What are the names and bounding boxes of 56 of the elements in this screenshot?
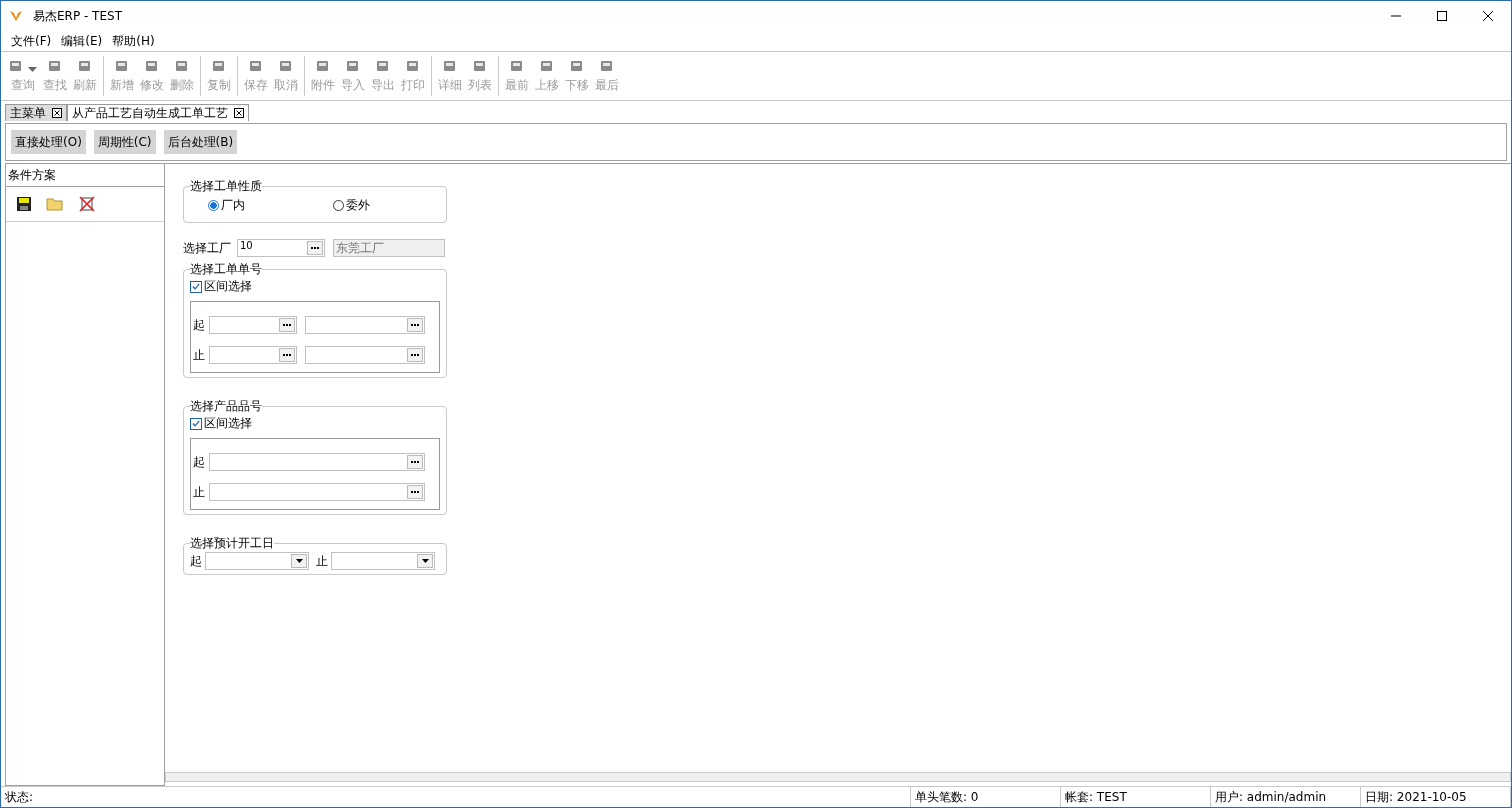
menu-item[interactable]: 文件(F)	[11, 32, 52, 50]
record-count: 单头笔数: 0	[911, 787, 1061, 807]
field-label: 起	[193, 317, 206, 334]
field-label: 选择工厂	[183, 240, 231, 257]
input-field[interactable]	[209, 346, 297, 364]
maximize-icon	[1436, 10, 1448, 22]
browse-button[interactable]	[407, 485, 423, 499]
process-button[interactable]: 周期性(C)	[93, 130, 156, 154]
account-set: 帐套: TEST	[1061, 787, 1211, 807]
input-field[interactable]	[209, 316, 297, 334]
current-user: 用户: admin/admin	[1211, 787, 1361, 807]
checkbox[interactable]	[190, 280, 202, 293]
document-tab[interactable]: 主菜单	[5, 104, 67, 121]
field-label: 止	[193, 347, 206, 364]
process-button[interactable]: 后台处理(B)	[163, 130, 238, 154]
field-label: 止	[316, 553, 329, 570]
field-label: 起	[193, 454, 206, 471]
close-icon[interactable]	[52, 108, 62, 118]
checkbox-option[interactable]: 区间选择	[190, 278, 440, 295]
sidebar-title: 条件方案	[6, 164, 164, 187]
current-date: 日期: 2021-10-05	[1361, 787, 1511, 807]
browse-button[interactable]	[407, 318, 423, 332]
radio-option[interactable]: 厂内	[208, 197, 245, 214]
close-icon[interactable]	[234, 108, 244, 118]
input-field[interactable]	[209, 483, 425, 501]
process-button[interactable]: 直接处理(O)	[11, 130, 86, 154]
window-title: 易杰ERP - TEST	[33, 7, 122, 25]
browse-button[interactable]	[279, 318, 295, 332]
checkbox-option[interactable]: 区间选择	[190, 415, 440, 432]
caret-icon	[28, 66, 37, 72]
radio-option[interactable]: 委外	[333, 197, 370, 214]
group-legend: 选择工单性质	[190, 178, 262, 195]
input-field[interactable]	[305, 346, 425, 364]
menu-item[interactable]: 帮助(H)	[112, 32, 155, 50]
app-logo-icon	[9, 9, 23, 23]
menu-item[interactable]: 编辑(E)	[61, 32, 103, 50]
browse-button[interactable]	[279, 348, 295, 362]
group-legend: 选择工单单号	[190, 261, 262, 278]
field-label: 止	[193, 484, 206, 501]
horizontal-scrollbar[interactable]	[165, 772, 1511, 782]
radio-button[interactable]	[208, 200, 219, 211]
group-legend: 选择预计开工日	[190, 535, 274, 552]
checkbox[interactable]	[190, 417, 202, 430]
browse-button[interactable]	[407, 455, 423, 469]
group-legend: 选择产品品号	[190, 398, 262, 415]
field-label: 起	[190, 553, 203, 570]
readonly-field: 东莞工厂	[333, 239, 445, 257]
close-icon	[1482, 10, 1494, 22]
input-field[interactable]	[305, 316, 425, 334]
browse-button[interactable]	[307, 241, 323, 255]
status-text: 状态:	[1, 787, 911, 807]
input-field[interactable]: 10	[237, 239, 325, 257]
input-field[interactable]	[209, 453, 425, 471]
browse-button[interactable]	[407, 348, 423, 362]
delete-document-icon[interactable]	[78, 195, 96, 213]
document-tab[interactable]: 从产品工艺自动生成工单工艺	[67, 104, 249, 121]
